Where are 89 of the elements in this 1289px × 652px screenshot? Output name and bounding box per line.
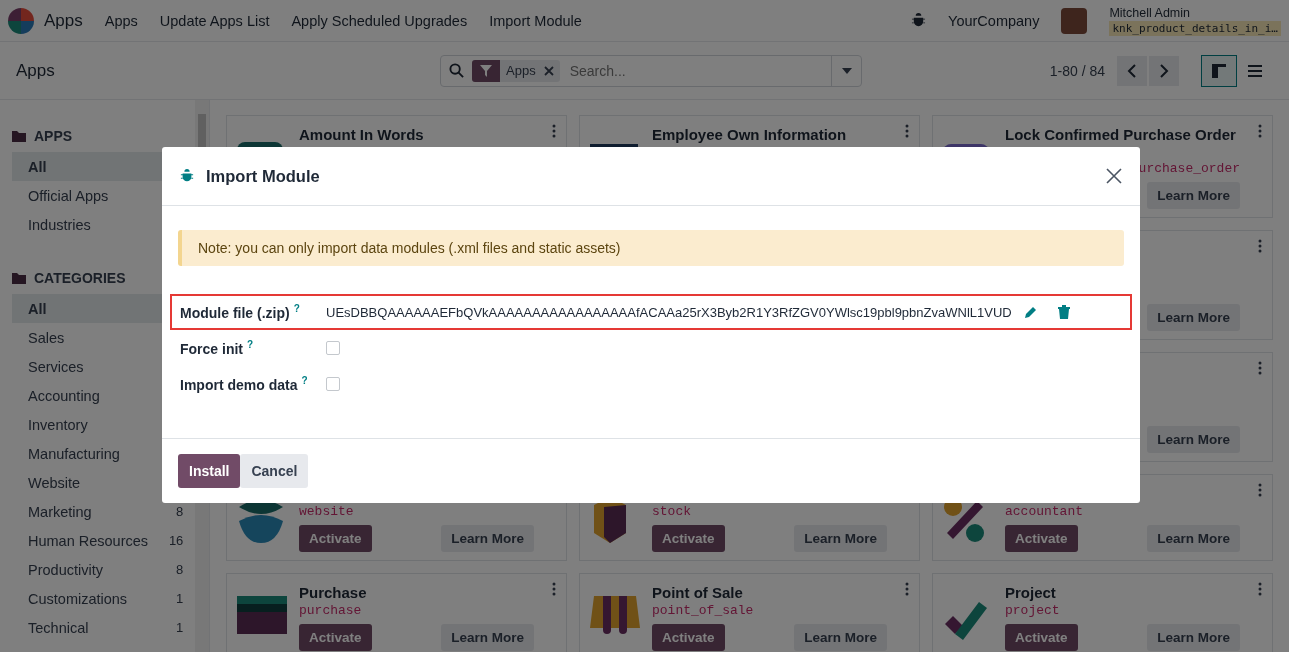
note-alert: Note: you can only import data modules (.xml files and static assets) xyxy=(178,230,1124,266)
app-title: Amount In Words xyxy=(299,126,425,143)
learn-more-button[interactable]: Learn More xyxy=(1147,624,1240,651)
kebab-icon[interactable] xyxy=(552,124,556,138)
technical-name: stock xyxy=(652,504,691,519)
breadcrumb: Apps xyxy=(16,60,56,81)
help-mark[interactable]: ? xyxy=(247,339,254,351)
app-title: Purchase xyxy=(299,584,368,601)
search-facet[interactable]: Apps xyxy=(472,59,560,82)
kebab-icon[interactable] xyxy=(1258,361,1262,375)
search-icon xyxy=(449,63,464,78)
learn-more-button[interactable]: Learn More xyxy=(441,624,534,651)
activate-button[interactable]: Activate xyxy=(299,624,372,651)
learn-more-button[interactable]: Learn More xyxy=(1147,426,1240,453)
kebab-icon[interactable] xyxy=(1258,582,1262,596)
menu-item[interactable]: Import Module xyxy=(489,12,582,29)
sidebar-item[interactable]: Human Resources 16 xyxy=(12,526,196,555)
app-logo-icon[interactable] xyxy=(8,7,34,34)
menu-item[interactable]: Apps xyxy=(104,12,138,29)
technical-name: purchase xyxy=(299,603,362,618)
user-avatar[interactable] xyxy=(1061,7,1088,34)
learn-more-button[interactable]: Learn More xyxy=(1147,182,1240,209)
menu-item[interactable]: Apply Scheduled Upgrades xyxy=(291,12,468,29)
kebab-icon[interactable] xyxy=(1258,483,1262,497)
caret-icon[interactable] xyxy=(841,67,852,74)
sidebar-item[interactable]: Technical 1 xyxy=(12,613,196,642)
technical-name: website xyxy=(299,504,354,519)
menu-item[interactable]: Update Apps List xyxy=(159,12,270,29)
delete-icon[interactable] xyxy=(1057,305,1070,319)
sidebar-item[interactable]: Customizations 1 xyxy=(12,584,196,613)
chevron-right-icon xyxy=(1159,63,1169,78)
learn-more-button[interactable]: Learn More xyxy=(1147,304,1240,331)
learn-more-button[interactable]: Learn More xyxy=(794,624,887,651)
activate-button[interactable]: Activate xyxy=(652,525,725,552)
view-switch-button[interactable] xyxy=(1201,54,1237,87)
bug-icon xyxy=(911,13,927,28)
dialog-title: Import Module xyxy=(206,166,321,186)
folder-icon xyxy=(12,272,26,284)
bug-icon xyxy=(180,169,194,183)
next-button[interactable] xyxy=(1149,55,1179,86)
activate-button[interactable]: Activate xyxy=(299,525,372,552)
activate-button[interactable]: Activate xyxy=(1005,525,1078,552)
kebab-icon[interactable] xyxy=(1258,239,1262,253)
app-title: Lock Confirmed Purchase Order xyxy=(1005,126,1237,143)
kebab-icon[interactable] xyxy=(905,124,909,138)
database-name: knk_product_details_in_i… xyxy=(1109,20,1281,36)
kebab-icon[interactable] xyxy=(552,582,556,596)
app-name[interactable]: Apps xyxy=(44,10,83,31)
close-icon[interactable] xyxy=(541,65,556,76)
technical-name: project xyxy=(1005,603,1060,618)
app-icon xyxy=(237,596,287,636)
filter-icon xyxy=(480,64,492,77)
kebab-icon[interactable] xyxy=(1258,124,1262,138)
technical-name: point_of_sale xyxy=(652,603,754,618)
app-title: Project xyxy=(1005,584,1057,601)
sidebar-item[interactable]: Productivity 8 xyxy=(12,555,196,584)
activate-button[interactable]: Activate xyxy=(652,624,725,651)
app-title: Point of Sale xyxy=(652,584,744,601)
section-title: CATEGORIES xyxy=(34,270,126,286)
field-label: Import demo data $^{?}$ xyxy=(180,375,309,393)
technical-name: urchase_order xyxy=(1138,161,1240,176)
section-title: APPS xyxy=(34,128,73,144)
activate-button[interactable]: Activate xyxy=(1005,624,1078,651)
app-title: Employee Own Information xyxy=(652,126,848,143)
chevron-left-icon xyxy=(1127,63,1137,78)
help-mark[interactable]: ? xyxy=(301,375,308,387)
checkbox[interactable] xyxy=(326,377,340,391)
company-name[interactable]: YourCompany xyxy=(948,12,1040,29)
close-icon[interactable] xyxy=(1106,168,1122,184)
kebab-icon[interactable] xyxy=(905,582,909,596)
search-field[interactable]: Apps Search... xyxy=(440,54,862,87)
field-label: Force init $^{?}$ xyxy=(180,339,255,357)
technical-name: accountant xyxy=(1005,504,1083,519)
kanban-icon xyxy=(1212,63,1226,78)
learn-more-button[interactable]: Learn More xyxy=(1147,525,1240,552)
edit-icon[interactable] xyxy=(1023,305,1038,319)
pager-value[interactable]: 1-80 / 84 xyxy=(1049,62,1105,79)
previous-button[interactable] xyxy=(1117,55,1147,86)
learn-more-button[interactable]: Learn More xyxy=(794,525,887,552)
folder-icon xyxy=(12,130,26,142)
sidebar-item[interactable]: Marketing 8 xyxy=(12,497,196,526)
cancel-button[interactable]: Cancel xyxy=(240,454,309,488)
list-icon xyxy=(1248,64,1262,77)
user-name[interactable]: Mitchell Admin xyxy=(1109,5,1281,21)
file-value: UEsDBBQAAAAAAEFbQVkAAAAAAAAAAAAAAAAAfACAAa25rX3Byb2R1Y3RfZGV0YWlsc19pbl9pbnZvaWNlL1VUD xyxy=(326,304,1012,320)
help-mark[interactable]: ? xyxy=(293,303,300,315)
learn-more-button[interactable]: Learn More xyxy=(441,525,534,552)
install-button[interactable]: Install xyxy=(178,454,241,488)
checkbox[interactable] xyxy=(326,341,340,355)
